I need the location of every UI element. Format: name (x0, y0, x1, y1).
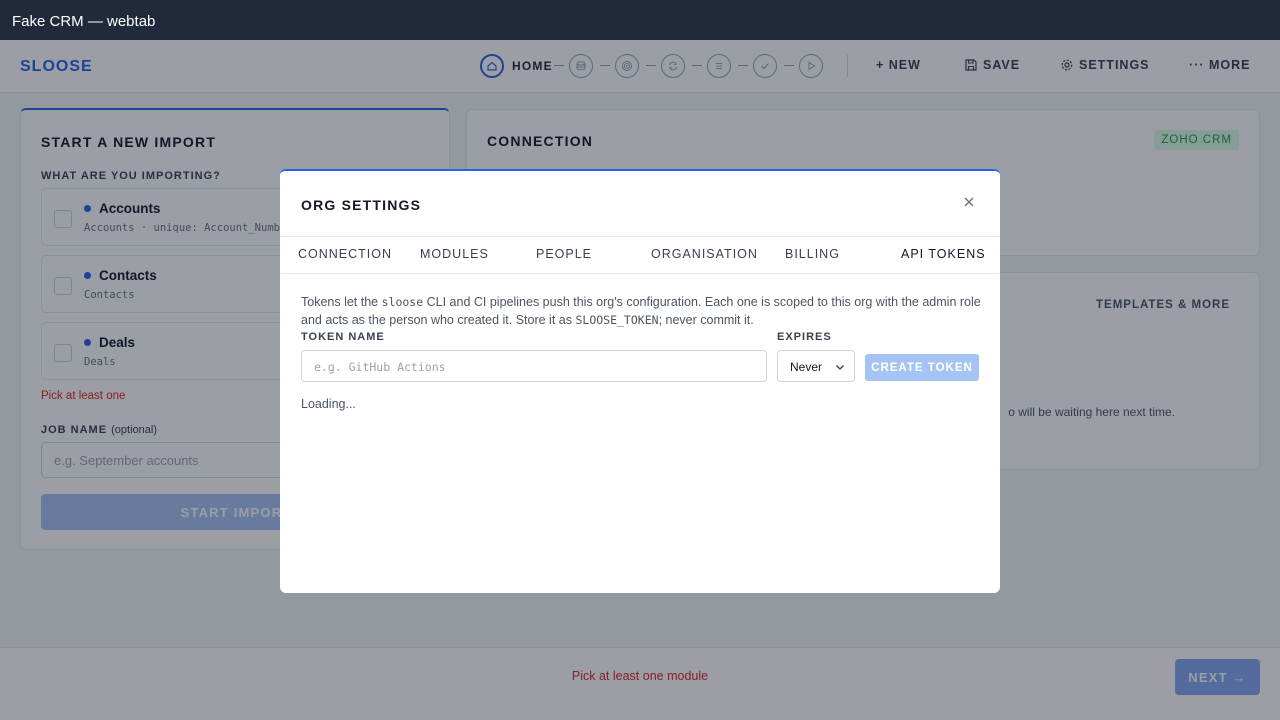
tab-people[interactable]: PEOPLE (536, 247, 592, 261)
tab-modules[interactable]: MODULES (420, 247, 489, 261)
tokens-loading: Loading... (301, 397, 356, 411)
expires-label: EXPIRES (777, 331, 832, 343)
tab-billing[interactable]: BILLING (785, 247, 840, 261)
window-titlebar: Fake CRM — webtab (0, 0, 1280, 40)
window-title: Fake CRM — webtab (12, 13, 156, 30)
org-settings-modal: ORG SETTINGS CONNECTION MODULES PEOPLE O… (280, 169, 1000, 593)
tab-connection[interactable]: CONNECTION (298, 247, 392, 261)
token-name-label: TOKEN NAME (301, 331, 385, 343)
close-icon[interactable] (962, 195, 976, 209)
tokens-help-text: Tokens let the sloose CLI and CI pipelin… (301, 293, 981, 329)
create-token-button[interactable]: CREATE TOKEN (865, 354, 979, 381)
modal-title: ORG SETTINGS (301, 197, 422, 213)
help-code: sloose (381, 295, 424, 309)
help-text: ; never commit it. (658, 313, 754, 327)
settings-tabs: CONNECTION MODULES PEOPLE ORGANISATION B… (280, 236, 1000, 274)
help-code: SLOOSE_TOKEN (575, 313, 659, 327)
expires-value: Never (790, 360, 823, 374)
token-name-input[interactable]: e.g. GitHub Actions (301, 350, 767, 382)
help-text: Tokens let the (301, 295, 382, 309)
expires-select[interactable]: Never (777, 350, 855, 382)
tab-organisation[interactable]: ORGANISATION (651, 247, 758, 261)
tab-api-tokens[interactable]: API TOKENS (901, 247, 986, 261)
chevron-down-icon (836, 365, 844, 370)
